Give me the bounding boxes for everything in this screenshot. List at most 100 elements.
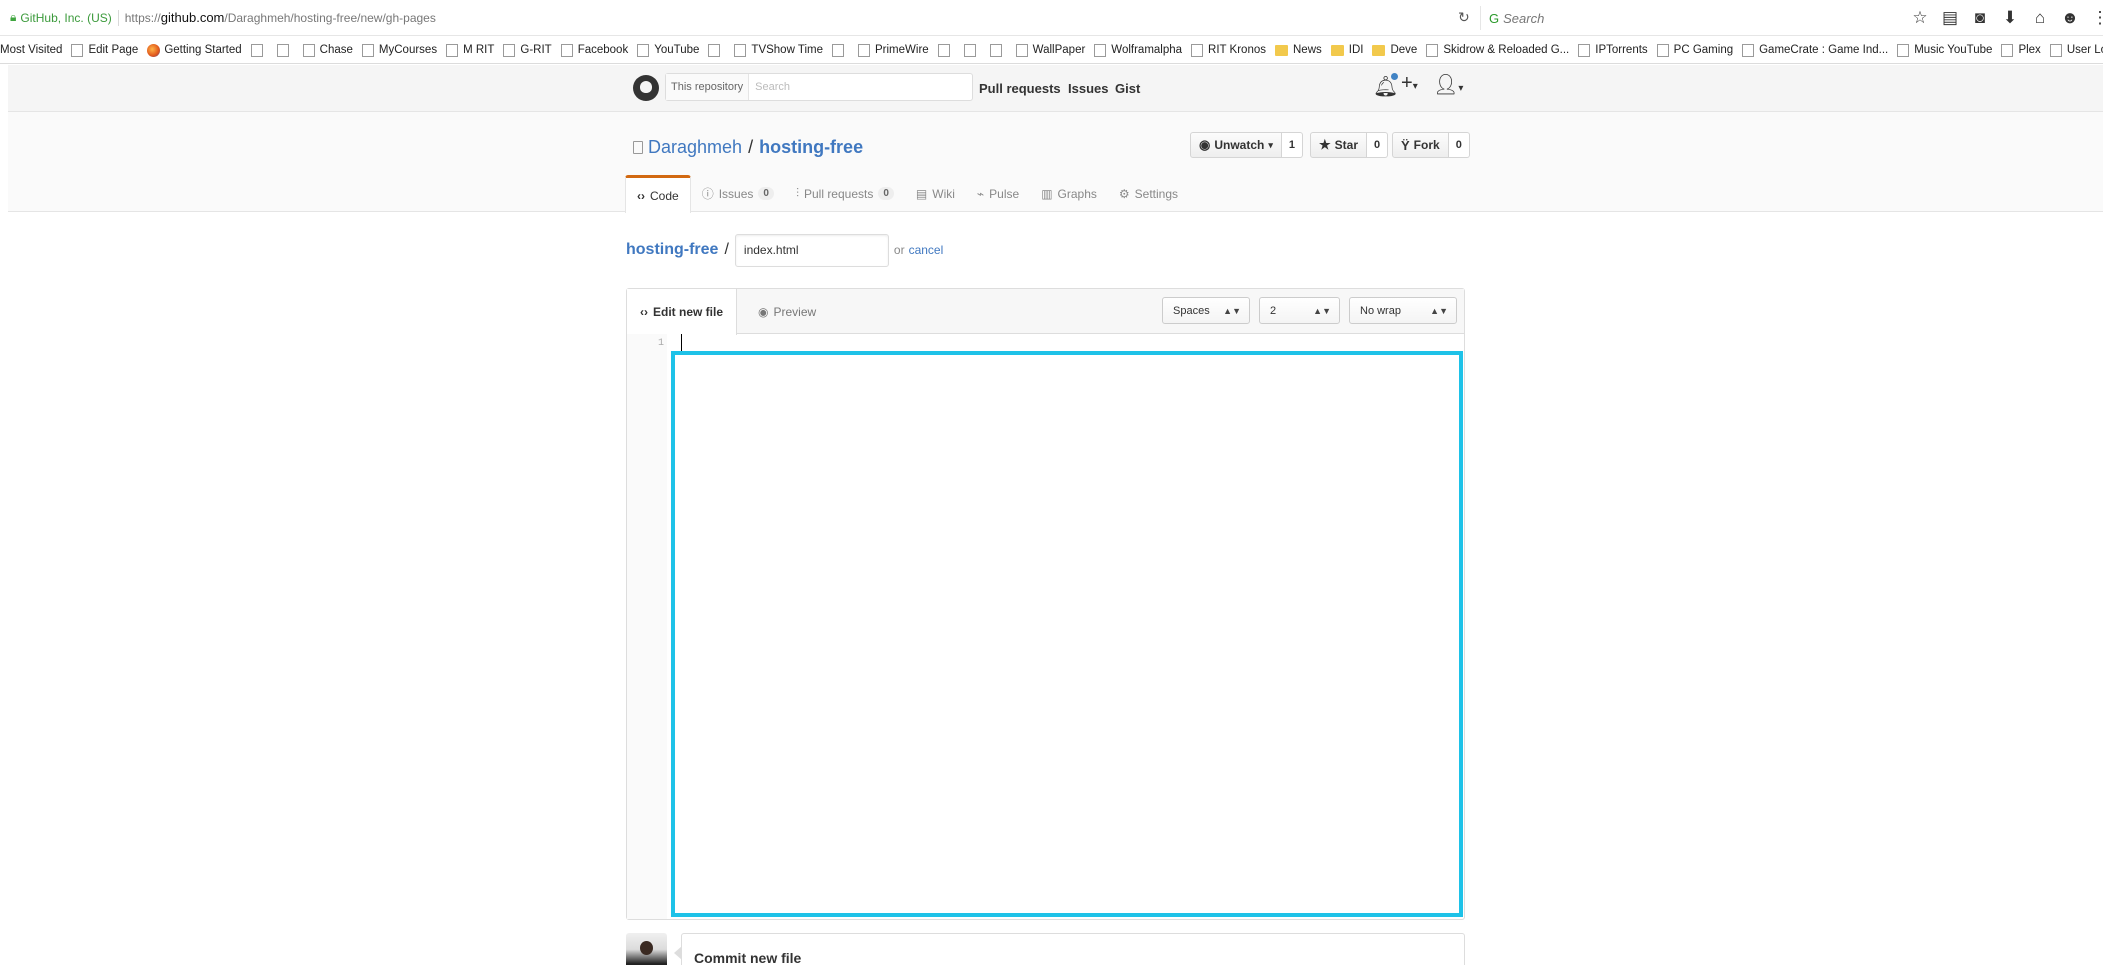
page-icon: [446, 43, 459, 57]
tab-wiki[interactable]: ▤ Wiki: [905, 175, 966, 212]
bookmark-item[interactable]: [937, 43, 955, 57]
repo-owner-link[interactable]: Daraghmeh: [648, 137, 742, 158]
avatar-menu-icon[interactable]: 👤︎▾: [1433, 72, 1463, 97]
bookmark-item[interactable]: Wolframalpha: [1094, 43, 1182, 57]
nav-pull-requests[interactable]: Pull requests: [979, 81, 1061, 96]
menu-icon[interactable]: ⋮: [2085, 8, 2103, 28]
smiley-icon[interactable]: ☻: [2055, 8, 2085, 28]
page-icon: [1191, 43, 1204, 57]
browser-search-box[interactable]: G Search: [1480, 6, 1885, 30]
url-host[interactable]: github.com: [161, 10, 225, 25]
plus-menu-icon[interactable]: +▾: [1401, 72, 1418, 95]
avatar: [626, 933, 667, 965]
fork-count[interactable]: 0: [1448, 132, 1470, 158]
site-identity[interactable]: GitHub, Inc. (US): [20, 11, 111, 25]
cancel-link[interactable]: cancel: [909, 243, 944, 257]
indent-mode-select[interactable]: Spaces ▲▼: [1162, 297, 1250, 324]
fork-button[interactable]: Ÿ Fork: [1392, 132, 1449, 158]
bookmark-item[interactable]: [963, 43, 981, 57]
bookmark-label: Plex: [2018, 44, 2041, 56]
code-textarea[interactable]: [671, 351, 1463, 917]
bookmark-item[interactable]: Getting Started: [147, 43, 242, 57]
tab-pulse[interactable]: ⌁ Pulse: [966, 175, 1030, 212]
bookmark-item[interactable]: GameCrate : Game Ind...: [1742, 43, 1888, 57]
nav-issues[interactable]: Issues: [1068, 81, 1108, 96]
fork-control: Ÿ Fork 0: [1392, 132, 1470, 158]
tab-preview[interactable]: ◉ Preview: [758, 289, 816, 334]
wrap-mode-select[interactable]: No wrap ▲▼: [1349, 297, 1457, 324]
reload-icon[interactable]: ↻: [1458, 9, 1470, 26]
repo-search-input[interactable]: [749, 81, 950, 93]
bookmark-item[interactable]: Plex: [2001, 43, 2041, 57]
bookmark-item[interactable]: Most Visited: [0, 44, 62, 56]
line-number: 1: [657, 338, 664, 349]
bookmark-item[interactable]: [989, 43, 1007, 57]
page-icon: [1897, 43, 1910, 57]
tab-graphs[interactable]: ▥ Graphs: [1030, 175, 1108, 212]
pocket-icon[interactable]: ◙: [1965, 8, 1995, 28]
bookmark-item[interactable]: IPTorrents: [1578, 43, 1648, 57]
page-icon: [963, 43, 976, 57]
breadcrumb-repo-link[interactable]: hosting-free: [626, 241, 718, 259]
nav-gist[interactable]: Gist: [1115, 81, 1140, 96]
url-prefix[interactable]: https://: [125, 11, 161, 25]
bookmark-item[interactable]: [276, 43, 294, 57]
unwatch-button[interactable]: ◉ Unwatch ▾: [1190, 132, 1282, 158]
watch-control: ◉ Unwatch ▾ 1: [1190, 132, 1304, 158]
github-logo-icon[interactable]: [633, 75, 659, 101]
indent-size-select[interactable]: 2 ▲▼: [1259, 297, 1340, 324]
bookmark-item[interactable]: WallPaper: [1015, 43, 1085, 57]
bookmark-item[interactable]: Chase: [302, 43, 353, 57]
select-arrows-icon: ▲▼: [1430, 305, 1448, 316]
bookmark-item[interactable]: Deve: [1372, 44, 1417, 56]
search-engine-icon: G: [1489, 10, 1500, 26]
bookmark-star-icon[interactable]: ☆: [1905, 8, 1935, 28]
reading-list-icon[interactable]: ▤: [1935, 8, 1965, 28]
url-path[interactable]: /Daraghmeh/hosting-free/new/gh-pages: [224, 11, 435, 25]
download-icon[interactable]: ⬇: [1995, 8, 2025, 28]
bookmark-item[interactable]: [708, 43, 725, 57]
filename-input[interactable]: [734, 233, 889, 267]
bookmark-label: IPTorrents: [1595, 44, 1648, 56]
star-button[interactable]: ★ Star: [1310, 132, 1367, 158]
folder-icon: [1330, 44, 1344, 56]
star-count[interactable]: 0: [1367, 132, 1389, 158]
tab-pull-requests[interactable]: ⫶ Pull requests 0: [785, 175, 905, 212]
bookmark-item[interactable]: Music YouTube: [1897, 43, 1992, 57]
page-icon: [832, 43, 844, 57]
tab-settings[interactable]: ⚙ Settings: [1108, 175, 1189, 212]
eye-icon: ◉: [758, 304, 769, 319]
bookmark-item[interactable]: [250, 43, 268, 57]
bookmark-item[interactable]: MyCourses: [361, 43, 437, 57]
bookmark-item[interactable]: Skidrow & Reloaded G...: [1426, 43, 1570, 57]
bookmark-item[interactable]: TVShow Time: [734, 43, 823, 57]
bookmark-item[interactable]: User Login: [2049, 43, 2103, 57]
repo-search[interactable]: This repository: [665, 73, 973, 101]
watch-count[interactable]: 1: [1281, 132, 1304, 158]
bookmark-item[interactable]: PC Gaming: [1656, 43, 1733, 57]
bookmark-item[interactable]: IDI: [1330, 44, 1363, 56]
bookmark-item[interactable]: Facebook: [560, 43, 628, 57]
indent-mode-value: Spaces: [1173, 304, 1210, 317]
page-icon: [361, 43, 374, 57]
bookmark-item[interactable]: Edit Page: [71, 43, 138, 57]
home-icon[interactable]: ⌂: [2025, 8, 2055, 28]
tab-code[interactable]: ‹› Code: [625, 175, 691, 213]
wiki-icon: ▤: [915, 186, 928, 201]
bookmark-label: Most Visited: [0, 44, 63, 56]
bookmark-item[interactable]: RIT Kronos: [1191, 43, 1266, 57]
bookmark-item[interactable]: M RIT: [446, 43, 494, 57]
bookmark-item[interactable]: News: [1275, 44, 1322, 56]
bookmark-item[interactable]: [832, 43, 849, 57]
bookmark-item[interactable]: PrimeWire: [858, 43, 929, 57]
chevron-down-icon: ▾: [1412, 81, 1418, 92]
page-icon: [734, 43, 747, 57]
page-icon: [1656, 43, 1669, 57]
tab-edit-new-file[interactable]: ‹› Edit new file: [627, 289, 738, 335]
bookmark-item[interactable]: G-RIT: [503, 43, 552, 57]
tab-issues[interactable]: ⓘ Issues 0: [691, 175, 785, 212]
bookmark-label: PrimeWire: [875, 44, 929, 56]
bookmark-label: Skidrow & Reloaded G...: [1443, 44, 1570, 56]
repo-name-link[interactable]: hosting-free: [759, 137, 863, 158]
bookmark-item[interactable]: YouTube: [637, 43, 699, 57]
